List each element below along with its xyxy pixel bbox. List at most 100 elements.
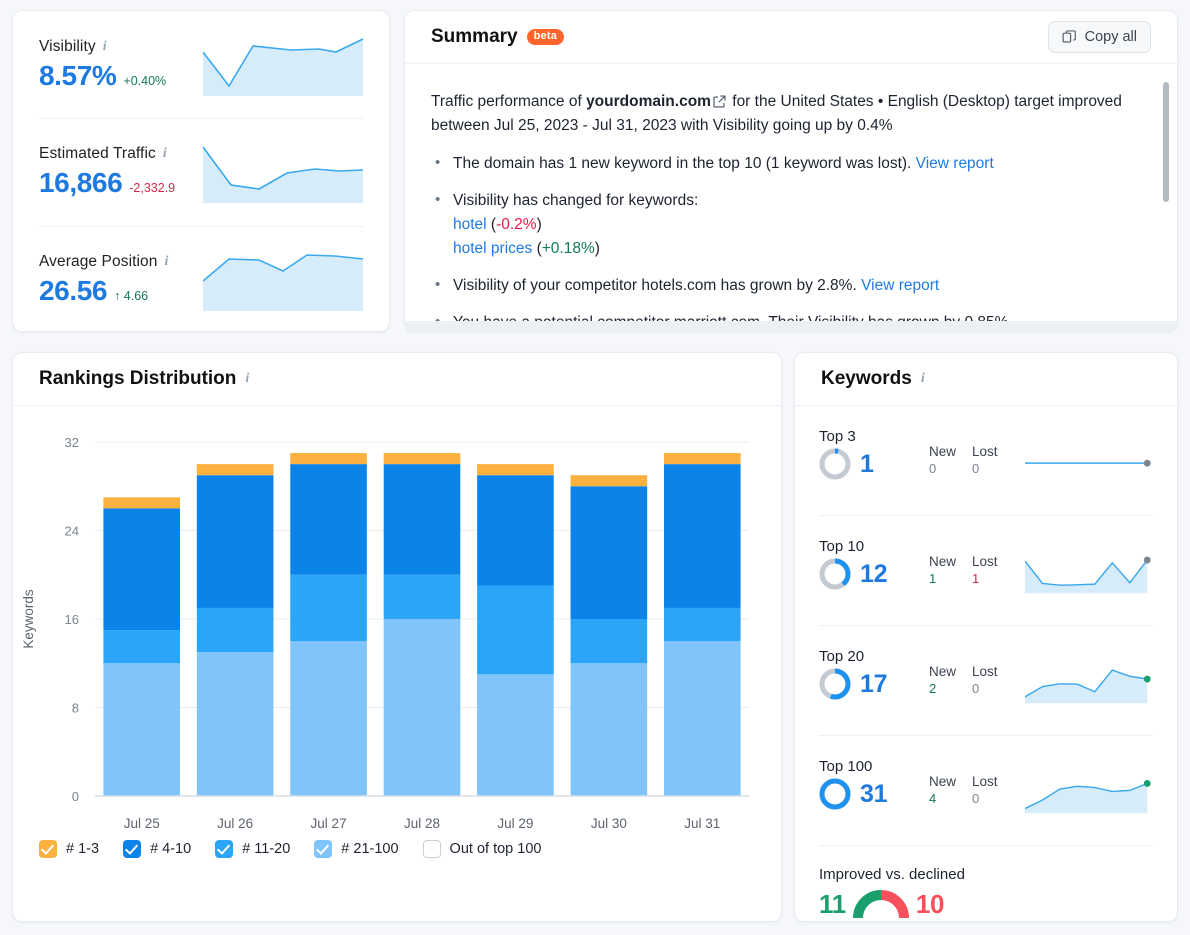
average-position-sparkline xyxy=(203,249,363,311)
rankings-distribution-card: Rankings Distribution i 08162432Keywords… xyxy=(12,352,782,922)
lost-value: 0 xyxy=(972,681,998,696)
svg-text:8: 8 xyxy=(72,701,79,716)
summary-domain: yourdomain.com xyxy=(586,93,711,110)
legend-checkbox[interactable] xyxy=(215,840,233,858)
metric-title: Visibility i xyxy=(39,38,166,56)
summary-title-text: Summary xyxy=(431,26,518,48)
summary-lead: Traffic performance of yourdomain.com fo… xyxy=(431,90,1143,138)
gauge-icon xyxy=(852,887,910,921)
keyword-count: 31 xyxy=(860,780,887,809)
metric-average-position: Average Position i 26.56 ↑ 4.66 xyxy=(39,226,363,333)
keyword-summary: Top 10 12 xyxy=(819,538,929,590)
keyword-link-hotel[interactable]: hotel xyxy=(453,216,487,233)
rankings-chart: 08162432KeywordsJul 25Jul 26Jul 27Jul 28… xyxy=(13,406,781,826)
legend-checkbox[interactable] xyxy=(123,840,141,858)
view-report-link[interactable]: View report xyxy=(861,277,939,294)
keywords-rows: Top 31New0Lost0Top 1012New1Lost1Top 2017… xyxy=(795,406,1177,921)
summary-card: Summary beta Copy all Traffic performanc… xyxy=(404,10,1178,332)
summary-bullet: Visibility has changed for keywords: hot… xyxy=(431,189,1143,261)
keyword-trend xyxy=(1025,428,1153,495)
keyword-summary: Top 20 17 xyxy=(819,648,929,700)
keyword-tier-label: Top 20 xyxy=(819,648,929,665)
lost-value: 1 xyxy=(972,571,998,586)
keyword-new-stat: New1 xyxy=(929,554,956,586)
metric-label: Average Position xyxy=(39,253,158,271)
keyword-stats: New0Lost0 xyxy=(929,428,998,476)
metric-label: Visibility xyxy=(39,38,96,56)
keyword-trend xyxy=(1025,538,1153,605)
declined-count: 10 xyxy=(916,889,944,920)
keyword-stats: New1 Lost 1 xyxy=(929,538,998,586)
legend-checkbox[interactable] xyxy=(423,840,441,858)
svg-text:Jul 31: Jul 31 xyxy=(684,816,720,831)
keyword-trend xyxy=(1025,648,1153,715)
metric-visibility: Visibility i 8.57% +0.40% xyxy=(39,11,363,118)
keyword-stats: New4Lost0 xyxy=(929,758,998,806)
summary-bullet: The domain has 1 new keyword in the top … xyxy=(431,152,1143,176)
view-report-link[interactable]: View report xyxy=(916,155,994,172)
improved-vs-declined: Improved vs. declined1110 xyxy=(819,845,1153,921)
keyword-count: 1 xyxy=(860,450,874,479)
keyword-link-hotel-prices[interactable]: hotel prices xyxy=(453,240,532,257)
new-value: 2 xyxy=(929,681,956,696)
legend-checkbox[interactable] xyxy=(39,840,57,858)
scrollbar-thumb[interactable] xyxy=(1163,82,1169,202)
keyword-new-stat: New2 xyxy=(929,664,956,696)
copy-icon xyxy=(1062,30,1077,45)
svg-text:Jul 28: Jul 28 xyxy=(404,816,440,831)
keyword-summary: Top 3 1 xyxy=(819,428,929,480)
lost-label: Lost xyxy=(972,664,998,679)
metrics-card: Visibility i 8.57% +0.40% Estimated Traf… xyxy=(12,10,390,332)
improved-declined-label: Improved vs. declined xyxy=(819,866,1153,883)
beta-badge: beta xyxy=(527,29,564,45)
new-label: New xyxy=(929,774,956,789)
svg-text:Jul 30: Jul 30 xyxy=(591,816,627,831)
external-link-icon[interactable] xyxy=(713,95,726,108)
keyword-tier-label: Top 10 xyxy=(819,538,929,555)
lost-label: Lost xyxy=(972,444,998,459)
lost-label: Lost xyxy=(972,554,998,569)
metric-estimated-traffic: Estimated Traffic i 16,866 -2,332.9 xyxy=(39,118,363,225)
keyword-sparkline xyxy=(1025,552,1153,600)
keyword-count: 12 xyxy=(860,560,887,589)
keyword-tier-label: Top 3 xyxy=(819,428,929,445)
lost-value: 0 xyxy=(972,791,998,806)
stacked-bar-chart: 08162432KeywordsJul 25Jul 26Jul 27Jul 28… xyxy=(13,424,755,844)
progress-donut-icon xyxy=(819,778,851,810)
metric-value: 16,866 xyxy=(39,167,122,199)
keyword-change-line: hotel (-0.2%) xyxy=(453,213,1143,237)
copy-all-label: Copy all xyxy=(1085,29,1137,45)
bullet-text: Visibility has changed for keywords: xyxy=(453,192,698,209)
svg-text:16: 16 xyxy=(65,612,79,627)
info-icon[interactable]: i xyxy=(245,372,249,386)
summary-body[interactable]: Traffic performance of yourdomain.com fo… xyxy=(405,64,1177,332)
keywords-card: Keywords i Top 31New0Lost0Top 1012New1Lo… xyxy=(794,352,1178,922)
legend-checkbox[interactable] xyxy=(314,840,332,858)
summary-lead-prefix: Traffic performance of xyxy=(431,93,586,110)
keyword-trend xyxy=(1025,758,1153,825)
info-icon[interactable]: i xyxy=(103,40,107,54)
summary-header: Summary beta Copy all xyxy=(405,11,1177,64)
dashboard-page: Visibility i 8.57% +0.40% Estimated Traf… xyxy=(0,0,1190,935)
summary-scrollbar[interactable] xyxy=(1163,82,1169,290)
info-icon[interactable]: i xyxy=(165,255,169,269)
metric-label: Estimated Traffic xyxy=(39,145,156,163)
progress-donut-icon xyxy=(819,558,851,590)
svg-text:Jul 25: Jul 25 xyxy=(124,816,160,831)
estimated-traffic-sparkline xyxy=(203,141,363,203)
keyword-row-top-20: Top 20 17 New2 Lost 0 xyxy=(819,625,1153,735)
svg-text:Keywords: Keywords xyxy=(21,589,36,649)
bullet-text: The domain has 1 new keyword in the top … xyxy=(453,155,916,172)
info-icon[interactable]: i xyxy=(921,372,925,386)
copy-all-button[interactable]: Copy all xyxy=(1048,21,1151,53)
metric-value: 26.56 xyxy=(39,275,107,307)
new-value: 4 xyxy=(929,791,956,806)
info-icon[interactable]: i xyxy=(163,147,167,161)
keyword-summary: Top 100 31 xyxy=(819,758,929,810)
keyword-tier-label: Top 100 xyxy=(819,758,929,775)
keyword-sparkline xyxy=(1025,772,1153,820)
summary-bullet: Visibility of your competitor hotels.com… xyxy=(431,274,1143,298)
keyword-count: 17 xyxy=(860,670,887,699)
new-label: New xyxy=(929,554,956,569)
progress-donut-icon xyxy=(819,668,851,700)
